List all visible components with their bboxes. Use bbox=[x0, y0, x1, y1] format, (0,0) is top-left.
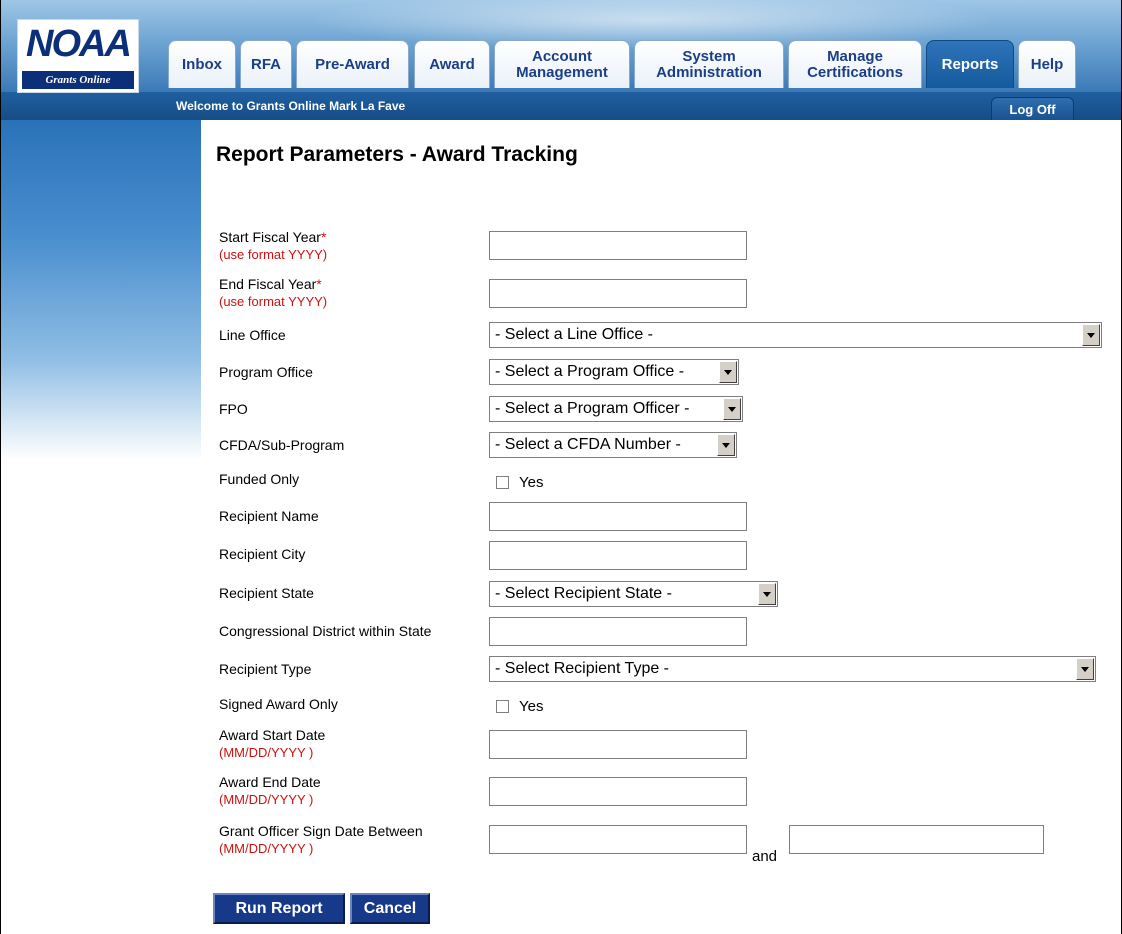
tab-help[interactable]: Help bbox=[1018, 40, 1076, 88]
line-office-label: Line Office bbox=[219, 327, 286, 343]
selected-value: - Select a Program Officer - bbox=[495, 400, 690, 417]
dropdown-arrow-icon[interactable] bbox=[723, 398, 741, 420]
field-label: Award End Date bbox=[219, 774, 321, 790]
dropdown-arrow-icon[interactable] bbox=[1076, 658, 1094, 680]
award-start-date-input[interactable] bbox=[489, 730, 747, 759]
funded-only-option: Yes bbox=[496, 473, 543, 491]
end-fiscal-year-input[interactable] bbox=[489, 279, 747, 308]
end-fiscal-year-label: End Fiscal Year* (use format YYYY) bbox=[219, 276, 327, 310]
line-office-select[interactable]: - Select a Line Office - bbox=[489, 322, 1102, 348]
field-label: End Fiscal Year bbox=[219, 276, 317, 292]
cfda-label: CFDA/Sub-Program bbox=[219, 437, 345, 453]
selected-value: - Select a Program Office - bbox=[495, 363, 685, 380]
format-hint: (MM/DD/YYYY ) bbox=[219, 792, 314, 807]
tab-label: Reports bbox=[941, 55, 999, 73]
tab-label: Pre-Award bbox=[315, 55, 390, 73]
dropdown-arrow-icon[interactable] bbox=[719, 361, 737, 383]
fpo-select[interactable]: - Select a Program Officer - bbox=[489, 396, 743, 422]
start-fiscal-year-label: Start Fiscal Year* (use format YYYY) bbox=[219, 229, 327, 263]
format-hint: (MM/DD/YYYY ) bbox=[219, 841, 314, 856]
tab-label: Manage Certifications bbox=[807, 47, 903, 81]
program-office-select[interactable]: - Select a Program Office - bbox=[489, 359, 739, 385]
funded-only-label: Funded Only bbox=[219, 471, 300, 487]
dropdown-arrow-icon[interactable] bbox=[1082, 324, 1100, 346]
selected-value: - Select a Line Office - bbox=[495, 326, 653, 343]
sign-date-to-input[interactable] bbox=[789, 825, 1044, 854]
selected-value: - Select a CFDA Number - bbox=[495, 436, 681, 453]
checkbox-label: Yes bbox=[519, 697, 544, 715]
tab-rfa[interactable]: RFA bbox=[240, 40, 292, 88]
award-end-date-input[interactable] bbox=[489, 777, 747, 806]
selected-value: - Select Recipient Type - bbox=[495, 660, 670, 677]
award-end-date-label: Award End Date (MM/DD/YYYY ) bbox=[219, 774, 321, 808]
start-fiscal-year-input[interactable] bbox=[489, 231, 747, 260]
tab-label: Award bbox=[429, 55, 475, 73]
format-hint: (use format YYYY) bbox=[219, 294, 328, 309]
funded-only-checkbox[interactable] bbox=[496, 475, 509, 489]
tab-label: Account Management bbox=[516, 47, 608, 81]
selected-value: - Select Recipient State - bbox=[495, 585, 672, 602]
run-report-button[interactable]: Run Report bbox=[213, 893, 345, 924]
tab-label: Help bbox=[1030, 55, 1064, 73]
signed-award-only-checkbox[interactable] bbox=[496, 699, 509, 713]
congressional-district-label: Congressional District within State bbox=[219, 623, 432, 639]
tab-pre-award[interactable]: Pre-Award bbox=[296, 40, 409, 88]
page-title: Report Parameters - Award Tracking bbox=[216, 143, 578, 166]
format-hint: (use format YYYY) bbox=[219, 247, 328, 262]
app-window: NOAA Grants Online Inbox RFA Pre-Award A… bbox=[0, 0, 1122, 934]
sign-date-from-input[interactable] bbox=[489, 825, 747, 854]
recipient-city-input[interactable] bbox=[489, 541, 747, 570]
recipient-state-select[interactable]: - Select Recipient State - bbox=[489, 581, 778, 607]
tab-system-administration[interactable]: System Administration bbox=[634, 40, 784, 88]
tab-label: System Administration bbox=[656, 47, 762, 81]
tab-reports[interactable]: Reports bbox=[926, 40, 1014, 88]
tab-manage-certifications[interactable]: Manage Certifications bbox=[788, 40, 922, 88]
welcome-message: Welcome to Grants Online Mark La Fave bbox=[176, 99, 406, 113]
field-label: Grant Officer Sign Date Between bbox=[219, 823, 423, 839]
tab-inbox[interactable]: Inbox bbox=[168, 40, 236, 88]
field-label: Award Start Date bbox=[219, 727, 326, 743]
tab-account-management[interactable]: Account Management bbox=[494, 40, 630, 88]
required-marker: * bbox=[320, 229, 327, 245]
recipient-state-label: Recipient State bbox=[219, 585, 314, 601]
recipient-city-label: Recipient City bbox=[219, 546, 306, 562]
welcome-bar bbox=[1, 92, 1121, 120]
signed-award-only-option: Yes bbox=[496, 697, 543, 715]
format-hint: (MM/DD/YYYY ) bbox=[219, 745, 314, 760]
cancel-button[interactable]: Cancel bbox=[350, 893, 430, 924]
sidebar-decoration bbox=[1, 120, 201, 460]
recipient-name-label: Recipient Name bbox=[219, 508, 319, 524]
checkbox-label: Yes bbox=[519, 473, 544, 491]
grant-officer-sign-date-label: Grant Officer Sign Date Between (MM/DD/Y… bbox=[219, 823, 423, 857]
recipient-type-select[interactable]: - Select Recipient Type - bbox=[489, 656, 1096, 682]
fpo-label: FPO bbox=[219, 401, 248, 417]
dropdown-arrow-icon[interactable] bbox=[717, 434, 735, 456]
recipient-name-input[interactable] bbox=[489, 502, 747, 531]
cfda-select[interactable]: - Select a CFDA Number - bbox=[489, 432, 737, 458]
noaa-logo[interactable]: NOAA Grants Online bbox=[17, 19, 139, 93]
tab-award[interactable]: Award bbox=[414, 40, 490, 88]
program-office-label: Program Office bbox=[219, 364, 313, 380]
award-start-date-label: Award Start Date (MM/DD/YYYY ) bbox=[219, 727, 325, 761]
dropdown-arrow-icon[interactable] bbox=[758, 583, 776, 605]
signed-award-only-label: Signed Award Only bbox=[219, 696, 338, 712]
congressional-district-input[interactable] bbox=[489, 617, 747, 646]
recipient-type-label: Recipient Type bbox=[219, 661, 312, 677]
tab-label: RFA bbox=[251, 55, 281, 73]
logoff-button[interactable]: Log Off bbox=[991, 97, 1074, 122]
field-label: Start Fiscal Year bbox=[219, 229, 321, 245]
tab-label: Inbox bbox=[182, 55, 222, 73]
and-label: and bbox=[752, 848, 778, 865]
logo-text: NOAA bbox=[26, 23, 132, 65]
required-marker: * bbox=[316, 276, 322, 292]
logo-subtitle: Grants Online bbox=[22, 71, 134, 89]
